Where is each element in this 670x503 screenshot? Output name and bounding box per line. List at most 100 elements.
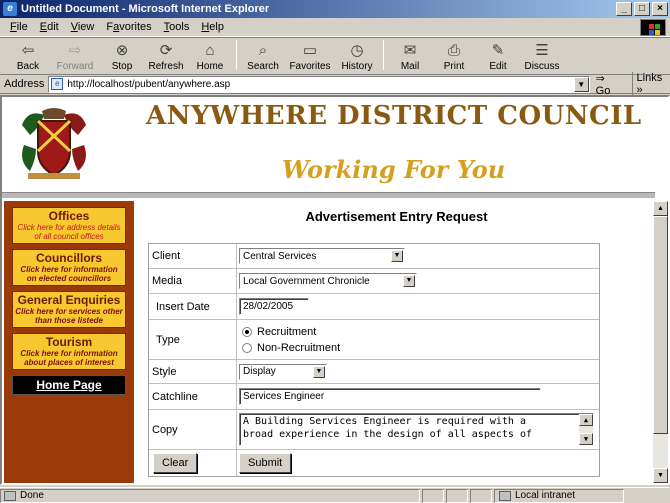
address-label: Address [4,78,45,90]
scroll-up-icon[interactable]: ▲ [579,414,593,426]
address-input[interactable]: e http://localhost/pubent/anywhere.asp ▼ [48,75,590,93]
advert-form: Client Central Services ▼ Media Local Gov… [148,243,600,477]
discuss-button[interactable]: ☰ Discuss [520,41,564,72]
stop-button[interactable]: ⊗ Stop [100,41,144,72]
minimize-button[interactable]: _ [616,2,632,16]
sidebar-nav: Offices Click here for address details o… [4,201,134,483]
forward-button[interactable]: ⇨ Forward [50,41,100,72]
forward-arrow-icon: ⇨ [68,42,82,59]
refresh-icon: ⟳ [159,42,173,59]
form-row-media: Media Local Government Chronicle ▼ [149,269,599,294]
insert-date-input[interactable]: 28/02/2005 [239,298,309,315]
window-controls: _ □ × [616,2,668,16]
form-row-type: Type Recruitment Non-Recruitment [149,320,599,360]
status-cell [446,488,468,503]
scroll-up-icon[interactable]: ▲ [653,201,668,216]
header-divider [2,192,655,198]
stop-icon: ⊗ [115,42,129,59]
scroll-down-icon[interactable]: ▼ [579,433,593,445]
mail-icon: ✉ [403,42,417,59]
printer-icon: ⎙ [447,41,460,59]
catchline-input[interactable]: Services Engineer [239,388,541,405]
copy-label: Copy [149,410,237,449]
home-page-link[interactable]: Home Page [12,375,126,395]
maximize-button[interactable]: □ [634,2,650,16]
scroll-down-icon[interactable]: ▼ [653,468,668,483]
form-row-style: Style Display ▼ [149,360,599,384]
radio-non-recruitment-button[interactable] [242,342,252,353]
catchline-label: Catchline [149,384,237,409]
links-button[interactable]: Links » [631,72,670,96]
address-dropdown-button[interactable]: ▼ [573,76,589,92]
status-cell [422,488,444,503]
toolbar-separator [236,40,237,70]
menu-favorites[interactable]: Favorites [100,21,157,33]
submit-button[interactable]: Submit [239,453,292,473]
form-row-client: Client Central Services ▼ [149,244,599,269]
mail-button[interactable]: ✉ Mail [388,41,432,72]
page-viewport: ANYWHERE DISTRICT COUNCIL Working For Yo… [0,95,670,485]
sidebar-item-general-enquiries[interactable]: General Enquiries Click here for service… [12,291,126,328]
menu-file[interactable]: File [4,21,34,33]
copy-textarea[interactable]: A Building Services Engineer is required… [239,413,594,446]
form-row-copy: Copy A Building Services Engineer is req… [149,410,599,450]
standard-toolbar: ⇦ Back ⇨ Forward ⊗ Stop ⟳ Refresh ⌂ Home ⌕ Sea… [0,37,670,75]
chevron-down-icon: ▼ [403,275,415,287]
sidebar-item-offices[interactable]: Offices Click here for address details o… [12,207,126,244]
page-scrollbar[interactable]: ▲ ▼ [653,201,668,483]
menu-edit[interactable]: Edit [34,21,65,33]
radio-recruitment-button[interactable] [242,326,252,337]
sidebar-item-councillors[interactable]: Councillors Click here for information o… [12,249,126,286]
toolbar-separator [383,40,384,70]
status-bar: Done Local intranet [0,487,670,503]
go-button[interactable]: ⇒ Go [596,72,622,97]
menu-tools[interactable]: Tools [158,21,196,33]
radio-recruitment[interactable]: Recruitment [239,324,316,340]
favorites-folder-icon: ▭ [302,42,318,59]
history-icon: ◷ [350,42,364,59]
window-titlebar: e Untitled Document - Microsoft Internet… [0,0,670,18]
copy-scrollbar[interactable]: ▲ ▼ [579,414,593,445]
search-icon: ⌕ [258,41,268,59]
scroll-thumb[interactable] [653,216,668,434]
chevron-down-icon: ▼ [391,250,403,262]
windows-logo-icon [640,19,666,36]
council-crest-icon [22,108,86,179]
clear-button[interactable]: Clear [153,453,198,473]
style-select[interactable]: Display ▼ [239,363,327,380]
sidebar-item-tourism[interactable]: Tourism Click here for information about… [12,333,126,370]
back-button[interactable]: ⇦ Back [6,41,50,72]
discuss-icon: ☰ [535,42,549,59]
edit-icon: ✎ [491,42,505,59]
media-label: Media [149,269,237,293]
insert-date-label: Insert Date [149,294,237,319]
form-title: Advertisement Entry Request [305,209,488,224]
menu-view[interactable]: View [65,21,101,33]
form-row-insert-date: Insert Date 28/02/2005 [149,294,599,320]
search-button[interactable]: ⌕ Search [241,41,285,73]
radio-non-recruitment[interactable]: Non-Recruitment [239,340,340,356]
favorites-button[interactable]: ▭ Favorites [285,41,335,72]
home-button[interactable]: ⌂ Home [188,41,232,73]
refresh-button[interactable]: ⟳ Refresh [144,41,188,72]
client-select[interactable]: Central Services ▼ [239,248,405,264]
home-icon: ⌂ [205,41,215,59]
media-select[interactable]: Local Government Chronicle ▼ [239,273,417,289]
chevron-down-icon: ▼ [313,365,325,378]
security-zone: Local intranet [494,488,624,503]
print-button[interactable]: ⎙ Print [432,41,476,73]
address-bar: Address e http://localhost/pubent/anywhe… [0,72,670,97]
edit-button[interactable]: ✎ Edit [476,41,520,72]
page-icon: e [51,78,64,90]
go-arrow-icon: ⇒ [595,72,605,85]
menu-bar: File Edit View Favorites Tools Help [0,18,670,37]
address-url: http://localhost/pubent/anywhere.asp [67,78,231,90]
main-content: Advertisement Entry Request Client Centr… [138,201,655,483]
close-button[interactable]: × [652,2,668,16]
status-main: Done [0,488,420,503]
page-done-icon [4,490,16,501]
council-name: ANYWHERE DISTRICT COUNCIL [146,101,642,131]
form-row-catchline: Catchline Services Engineer [149,384,599,410]
history-button[interactable]: ◷ History [335,41,379,72]
menu-help[interactable]: Help [195,21,230,33]
